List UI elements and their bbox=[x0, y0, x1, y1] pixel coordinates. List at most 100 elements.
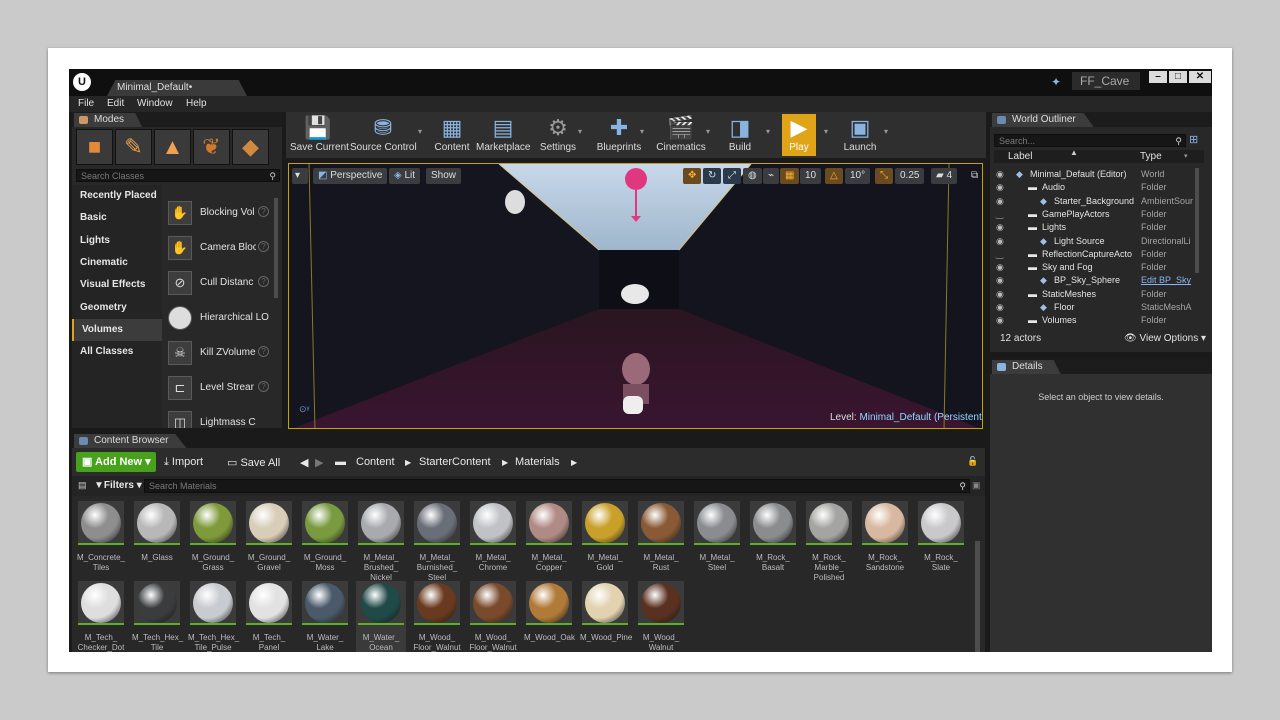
visibility-eye-icon[interactable]: ◉ bbox=[996, 195, 1004, 208]
material-asset-tile[interactable]: M_Tech_ Panel bbox=[244, 581, 294, 652]
visibility-eye-icon[interactable]: ◉ bbox=[996, 261, 1004, 274]
material-asset-tile[interactable]: M_Wood_Pine bbox=[580, 581, 632, 652]
material-asset-tile[interactable]: M_Metal_ Rust bbox=[636, 501, 686, 579]
class-lightmass-volume[interactable]: ◫ Lightmass C bbox=[168, 408, 278, 428]
material-asset-tile[interactable]: M_Metal_ Chrome bbox=[468, 501, 518, 579]
lock-icon[interactable]: 🔓 bbox=[967, 456, 978, 467]
settings-dropdown-icon[interactable]: ▾ bbox=[576, 122, 584, 142]
menu-window[interactable]: Window bbox=[137, 98, 173, 109]
back-arrow-icon[interactable]: ◀ bbox=[300, 456, 308, 469]
content-button[interactable]: ▦ Content bbox=[430, 114, 474, 156]
import-button[interactable]: ⤓ Import bbox=[164, 456, 203, 469]
geometry-edit-mode-icon[interactable]: ◆ bbox=[232, 129, 269, 165]
category-geometry[interactable]: Geometry bbox=[72, 297, 162, 319]
type-column-dropdown-icon[interactable]: ▾ bbox=[1184, 152, 1188, 160]
category-volumes[interactable]: Volumes bbox=[72, 319, 162, 341]
material-asset-tile[interactable]: M_Glass bbox=[132, 501, 182, 579]
type-column-header[interactable]: Type bbox=[1140, 151, 1162, 162]
material-asset-tile[interactable]: M_Wood_Oak bbox=[524, 581, 575, 652]
material-asset-tile[interactable]: M_Tech_ Checker_Dot bbox=[76, 581, 126, 652]
perspective-button[interactable]: ◩ Perspective bbox=[313, 168, 388, 184]
material-asset-tile[interactable]: M_Wood_ Walnut bbox=[636, 581, 686, 652]
close-button[interactable]: ✕ bbox=[1189, 71, 1211, 83]
scale-tool-icon[interactable]: ⤢ bbox=[723, 168, 741, 184]
launch-dropdown-icon[interactable]: ▾ bbox=[882, 122, 890, 142]
grid-snap-value[interactable]: 10 bbox=[800, 168, 822, 184]
material-asset-tile[interactable]: M_Metal_ Steel bbox=[692, 501, 742, 579]
translate-tool-icon[interactable]: ✥ bbox=[683, 168, 702, 184]
material-asset-tile[interactable]: M_Wood_ Floor_Walnut _Polished bbox=[412, 581, 462, 652]
material-asset-tile[interactable]: M_Water_ Ocean bbox=[356, 581, 406, 652]
build-button[interactable]: ◨ Build bbox=[722, 114, 758, 156]
scale-snap-value[interactable]: 0.25 bbox=[895, 168, 925, 184]
category-recently-placed[interactable]: Recently Placed bbox=[72, 185, 162, 207]
save-search-icon[interactable]: ▣ bbox=[972, 480, 981, 491]
material-asset-tile[interactable]: M_Ground_ Gravel bbox=[244, 501, 294, 579]
search-classes-input[interactable]: Search Classes ⚲ bbox=[76, 169, 280, 182]
surface-snap-icon[interactable]: ⌁ bbox=[763, 168, 780, 184]
add-new-button[interactable]: ▣ Add New ▾ bbox=[76, 452, 156, 472]
class-kill-z-volume[interactable]: ☠ Kill ZVolume? bbox=[168, 338, 278, 371]
label-column-header[interactable]: Label bbox=[1008, 151, 1032, 162]
material-asset-tile[interactable]: M_Wood_ Floor_Walnut _Worn bbox=[468, 581, 518, 652]
visibility-eye-icon[interactable]: ◉ bbox=[996, 288, 1004, 301]
material-asset-tile[interactable]: M_Rock_ Slate bbox=[916, 501, 966, 579]
breadcrumb-content[interactable]: Content bbox=[356, 456, 395, 468]
breadcrumb-more-icon[interactable]: ▶ bbox=[571, 458, 577, 467]
filters-button[interactable]: ▼Filters ▾ bbox=[94, 480, 142, 491]
camera-speed-button[interactable]: ▰ 4 bbox=[931, 168, 958, 184]
marketplace-button[interactable]: ▤ Marketplace bbox=[476, 114, 530, 156]
menu-help[interactable]: Help bbox=[186, 98, 207, 109]
visibility-eye-icon[interactable]: ◉ bbox=[996, 168, 1004, 181]
class-camera-blocking-volume[interactable]: ✋ Camera Bloc? bbox=[168, 233, 278, 266]
level-viewport[interactable]: ▾ ◩ Perspective ◈ Lit Show ✥ ↻ ⤢ ◍ ⌁ ▦ 1… bbox=[288, 163, 983, 429]
outliner-row[interactable]: ◉ ◆ Starter_Background AmbientSour bbox=[996, 195, 1201, 208]
help-icon[interactable]: ? bbox=[258, 276, 269, 287]
help-icon[interactable]: ? bbox=[258, 206, 269, 217]
grid-snap-icon[interactable]: ▦ bbox=[780, 168, 800, 184]
source-control-button[interactable]: ⛃ Source Control bbox=[350, 114, 417, 156]
outliner-row[interactable]: ◉ ▬ Lights Folder bbox=[996, 221, 1201, 234]
play-dropdown-icon[interactable]: ▾ bbox=[822, 122, 830, 142]
outliner-row[interactable]: ◉ ◆ BP_Sky_Sphere Edit BP_Sky bbox=[996, 274, 1201, 287]
material-asset-tile[interactable]: M_Tech_Hex_ Tile_Pulse bbox=[188, 581, 239, 652]
material-asset-tile[interactable]: M_Rock_ Basalt bbox=[748, 501, 798, 579]
outliner-row[interactable]: ◉ ◆ Light Source DirectionalLi bbox=[996, 235, 1201, 248]
show-button[interactable]: Show bbox=[426, 168, 462, 184]
visibility-eye-icon[interactable]: ◉ bbox=[996, 181, 1004, 194]
class-cull-distance-volume[interactable]: ⊘ Cull Distanc? bbox=[168, 268, 278, 301]
material-asset-tile[interactable]: M_Water_ Lake bbox=[300, 581, 350, 652]
save-all-button[interactable]: ▭ Save All bbox=[227, 456, 280, 469]
outliner-row[interactable]: ◉ ▬ Audio Folder bbox=[996, 181, 1201, 194]
build-dropdown-icon[interactable]: ▾ bbox=[764, 122, 772, 142]
outliner-row[interactable]: ‿ ▬ ReflectionCaptureActo Folder bbox=[996, 248, 1201, 261]
material-asset-tile[interactable]: M_Metal_ Brushed_ Nickel bbox=[356, 501, 406, 582]
save-current-button[interactable]: 💾 Save Current bbox=[290, 114, 349, 156]
material-asset-tile[interactable]: M_Concrete_ Tiles bbox=[76, 501, 126, 579]
outliner-item-type[interactable]: Edit BP_Sky bbox=[1141, 274, 1191, 287]
breadcrumb-starter-content[interactable]: StarterContent bbox=[419, 456, 491, 468]
outliner-row[interactable]: ◉ ◆ Minimal_Default (Editor) World bbox=[996, 168, 1201, 181]
visibility-eye-icon[interactable]: ◉ bbox=[996, 314, 1004, 327]
menu-edit[interactable]: Edit bbox=[107, 98, 124, 109]
material-asset-tile[interactable]: M_Rock_ Sandstone bbox=[860, 501, 910, 579]
viewport-options-button[interactable]: ▾ bbox=[292, 168, 308, 184]
maximize-viewport-icon[interactable]: ⧉ bbox=[971, 170, 978, 181]
category-basic[interactable]: Basic bbox=[72, 207, 162, 229]
tab-details[interactable]: Details bbox=[992, 360, 1061, 374]
asset-grid-scrollbar[interactable] bbox=[975, 541, 980, 652]
breadcrumb-materials[interactable]: Materials bbox=[515, 456, 560, 468]
launch-button[interactable]: ▣ Launch bbox=[838, 114, 882, 156]
cinematics-button[interactable]: 🎬 Cinematics bbox=[654, 114, 708, 156]
place-mode-icon[interactable]: ■ bbox=[76, 129, 113, 165]
category-visual-effects[interactable]: Visual Effects bbox=[72, 274, 162, 296]
play-button[interactable]: ▶ Play bbox=[782, 114, 816, 156]
visibility-eye-icon[interactable]: ◉ bbox=[996, 274, 1004, 287]
class-list-scrollbar[interactable] bbox=[274, 198, 278, 298]
help-icon[interactable]: ? bbox=[258, 346, 269, 357]
class-blocking-volume[interactable]: ✋ Blocking Vol? bbox=[168, 198, 278, 231]
outliner-row[interactable]: ‿ ▬ GamePlayActors Folder bbox=[996, 208, 1201, 221]
world-local-icon[interactable]: ◍ bbox=[743, 168, 762, 184]
class-hierarchical-lod-volume[interactable]: Hierarchical LO bbox=[168, 303, 278, 336]
visibility-eye-icon[interactable]: ‿ bbox=[996, 248, 1003, 261]
